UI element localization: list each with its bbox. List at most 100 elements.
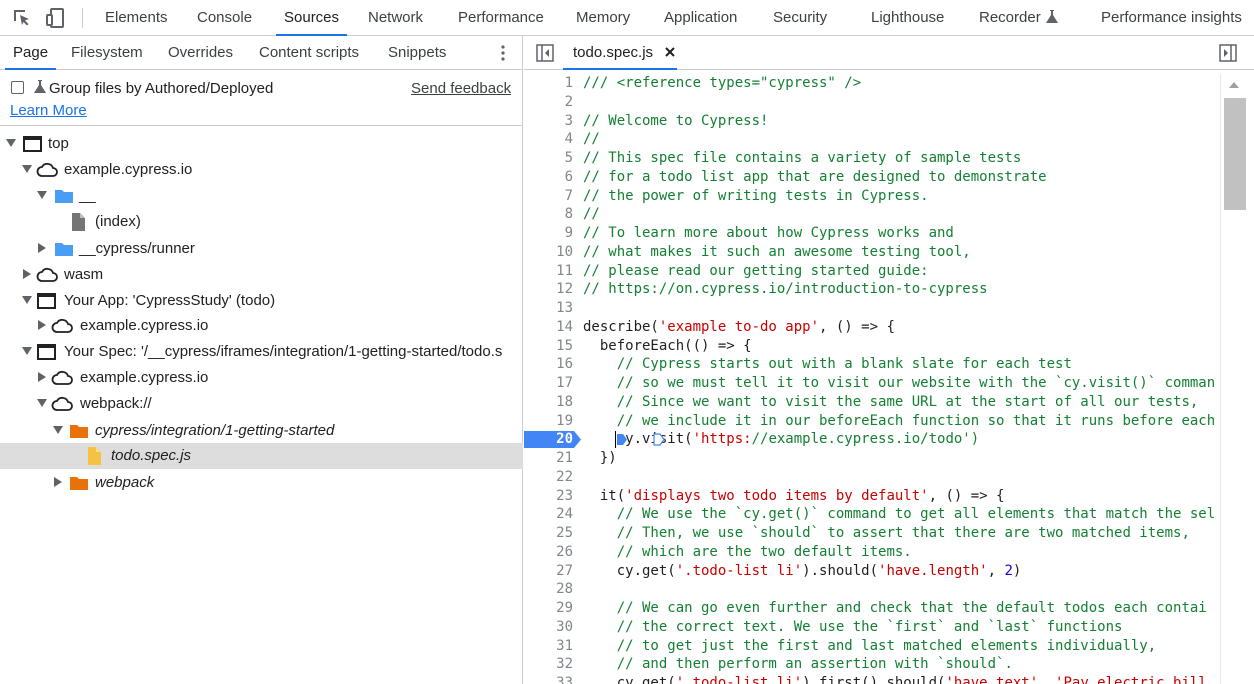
tab-lighthouse[interactable]: Lighthouse: [871, 0, 944, 35]
vertical-scrollbar[interactable]: [1220, 74, 1254, 684]
code-line[interactable]: 9 // To learn more about how Cypress work…: [524, 224, 1224, 243]
line-number[interactable]: 32: [524, 655, 573, 674]
tab-page[interactable]: Page: [4, 36, 57, 70]
tab-sources[interactable]: Sources: [275, 0, 348, 36]
tree-item[interactable]: Your App: 'CypressStudy' (todo): [0, 288, 523, 314]
tree-item[interactable]: top: [0, 131, 523, 157]
collapse-arrow-icon[interactable]: [38, 320, 46, 330]
learn-more-link[interactable]: Learn More: [10, 102, 87, 119]
tab-network[interactable]: Network: [368, 0, 423, 35]
line-number[interactable]: 18: [524, 393, 573, 412]
send-feedback-link[interactable]: Send feedback: [411, 80, 511, 97]
tab-content-scripts[interactable]: Content scripts: [259, 36, 359, 69]
line-number[interactable]: 5: [524, 149, 573, 168]
tree-item[interactable]: __: [0, 183, 523, 209]
line-number[interactable]: 23: [524, 487, 573, 506]
tree-item[interactable]: example.cypress.io: [0, 157, 523, 183]
code-line[interactable]: 31 // to get just the first and last mat…: [524, 637, 1224, 656]
code-line[interactable]: 22: [524, 468, 1224, 487]
line-number[interactable]: 25: [524, 524, 573, 543]
code-line[interactable]: 8 //: [524, 205, 1224, 224]
code-line[interactable]: 1 /// <reference types="cypress" />: [524, 74, 1224, 93]
expand-arrow-icon[interactable]: [37, 399, 47, 407]
toggle-navigator-icon[interactable]: [536, 44, 554, 62]
line-number[interactable]: 14: [524, 318, 573, 337]
code-line[interactable]: 28: [524, 580, 1224, 599]
scrollbar-thumb[interactable]: [1224, 98, 1246, 210]
tree-item[interactable]: __cypress/runner: [0, 236, 523, 262]
inline-breakpoint-icon[interactable]: [653, 433, 665, 446]
code-line[interactable]: 17 // so we must tell it to visit our we…: [524, 374, 1224, 393]
code-line[interactable]: 24 // We use the `cy.get()` command to g…: [524, 505, 1224, 524]
line-number[interactable]: 20: [524, 430, 573, 449]
tab-elements[interactable]: Elements: [105, 0, 168, 35]
tree-item[interactable]: Your Spec: '/__cypress/iframes/integrati…: [0, 339, 523, 365]
inline-breakpoint-icon[interactable]: [616, 433, 628, 446]
code-line[interactable]: 33 cy.get('.todo-list li').first().shoul…: [524, 674, 1224, 684]
line-number[interactable]: 27: [524, 562, 573, 581]
line-number[interactable]: 3: [524, 112, 573, 131]
line-number[interactable]: 8: [524, 205, 573, 224]
collapse-arrow-icon[interactable]: [38, 372, 46, 382]
tree-item-selected[interactable]: todo.spec.js: [0, 443, 523, 469]
code-line[interactable]: 3 // Welcome to Cypress!: [524, 112, 1224, 131]
group-files-checkbox[interactable]: [11, 81, 24, 94]
tree-item[interactable]: webpack://: [0, 391, 523, 417]
line-number[interactable]: 19: [524, 412, 573, 431]
code-line[interactable]: 2: [524, 93, 1224, 112]
tab-performance[interactable]: Performance: [458, 0, 544, 35]
tab-recorder[interactable]: Recorder: [979, 0, 1058, 35]
close-icon[interactable]: [663, 45, 677, 59]
more-options-icon[interactable]: [498, 44, 508, 62]
tab-console[interactable]: Console: [197, 0, 252, 35]
collapse-arrow-icon[interactable]: [38, 243, 46, 253]
code-line[interactable]: 29 // We can go even further and check t…: [524, 599, 1224, 618]
expand-arrow-icon[interactable]: [22, 165, 32, 173]
line-number[interactable]: 24: [524, 505, 573, 524]
line-number[interactable]: 4: [524, 130, 573, 149]
code-line[interactable]: 16 // Cypress starts out with a blank sl…: [524, 355, 1224, 374]
code-line[interactable]: 21 }): [524, 449, 1224, 468]
code-line[interactable]: 19 // we include it in our beforeEach fu…: [524, 412, 1224, 431]
tab-performance-insights[interactable]: Performance insights: [1101, 0, 1242, 35]
tab-snippets[interactable]: Snippets: [388, 36, 446, 69]
scroll-up-icon[interactable]: [1229, 82, 1239, 88]
code-line[interactable]: 32 // and then perform an assertion with…: [524, 655, 1224, 674]
line-number[interactable]: 1: [524, 74, 573, 93]
tab-filesystem[interactable]: Filesystem: [71, 36, 143, 69]
tree-item[interactable]: (index): [0, 209, 523, 235]
line-number[interactable]: 30: [524, 618, 573, 637]
line-number[interactable]: 7: [524, 187, 573, 206]
code-line[interactable]: 11 // please read our getting started gui…: [524, 262, 1224, 281]
editor-file-tab[interactable]: todo.spec.js: [562, 36, 678, 70]
code-line[interactable]: 14 describe('example to-do app', () => {: [524, 318, 1224, 337]
line-number[interactable]: 17: [524, 374, 573, 393]
code-line[interactable]: 27 cy.get('.todo-list li').should('have.…: [524, 562, 1224, 581]
tree-item[interactable]: cypress/integration/1-getting-started: [0, 418, 523, 444]
code-line[interactable]: 30 // the correct text. We use the `firs…: [524, 618, 1224, 637]
code-line[interactable]: 6 // for a todo list app that are designe…: [524, 168, 1224, 187]
code-line[interactable]: 20 cy.visit('https://example.cypress.io/…: [524, 430, 1224, 449]
expand-arrow-icon[interactable]: [22, 296, 32, 304]
tree-item[interactable]: example.cypress.io: [0, 365, 523, 391]
line-number[interactable]: 28: [524, 580, 573, 599]
collapse-arrow-icon[interactable]: [23, 269, 31, 279]
line-number[interactable]: 31: [524, 637, 573, 656]
tree-item[interactable]: wasm: [0, 262, 523, 288]
tab-application[interactable]: Application: [664, 0, 737, 35]
line-number[interactable]: 21: [524, 449, 573, 468]
toggle-debugger-icon[interactable]: [1219, 44, 1237, 62]
line-number[interactable]: 16: [524, 355, 573, 374]
expand-arrow-icon[interactable]: [53, 426, 63, 434]
code-line[interactable]: 5 // This spec file contains a variety of…: [524, 149, 1224, 168]
line-number[interactable]: 29: [524, 599, 573, 618]
line-number[interactable]: 12: [524, 280, 573, 299]
collapse-arrow-icon[interactable]: [54, 477, 62, 487]
code-line[interactable]: 7 // the power of writing tests in Cypres…: [524, 187, 1224, 206]
line-number[interactable]: 33: [524, 674, 573, 684]
expand-arrow-icon[interactable]: [22, 347, 32, 355]
line-number[interactable]: 26: [524, 543, 573, 562]
code-line[interactable]: 12 // https://on.cypress.io/introduction-…: [524, 280, 1224, 299]
code-line[interactable]: 10 // what makes it such an awesome testi…: [524, 243, 1224, 262]
line-number[interactable]: 9: [524, 224, 573, 243]
